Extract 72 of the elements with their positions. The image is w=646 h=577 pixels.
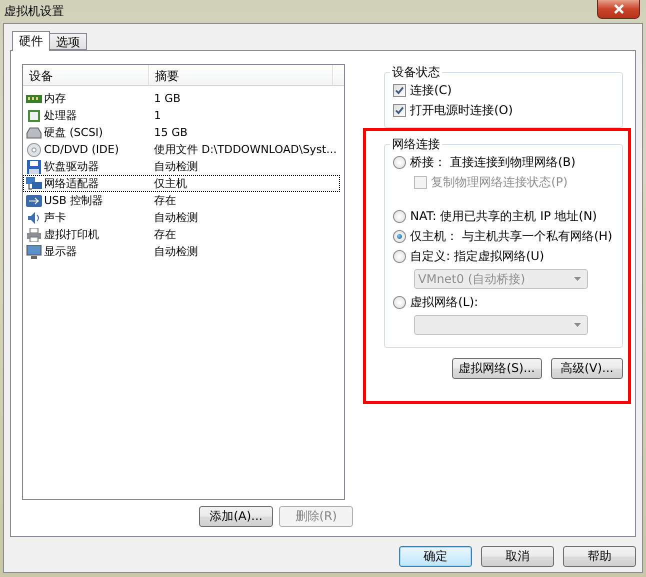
tab[interactable]: 选项: [49, 33, 87, 50]
device-row[interactable]: 软盘驱动器 自动检测: [23, 158, 340, 175]
caret-icon: [574, 277, 582, 281]
group-title: 网络连接: [391, 136, 442, 153]
device-row[interactable]: 显示器 自动检测: [23, 243, 340, 260]
device-name: 显示器: [44, 244, 77, 259]
checkbox-label: 连接(C): [410, 82, 452, 98]
dialog-button[interactable]: 帮助: [563, 546, 636, 567]
radio-label: NAT: 使用已共享的主机 IP 地址(N): [410, 208, 597, 224]
radio-button[interactable]: [393, 230, 406, 242]
window-title: 虚拟机设置: [3, 3, 64, 20]
dialog-button[interactable]: 取消: [481, 546, 554, 567]
device-summary: 15 GB: [154, 126, 188, 139]
printer-icon: [26, 228, 42, 242]
device-row[interactable]: CD/DVD (IDE) 使用文件 D:\TDDOWNLOAD\Syst...: [23, 141, 340, 158]
device-row[interactable]: USB 控制器 存在: [23, 192, 340, 209]
radio-label: 桥接： 直接连接到物理网络(B): [410, 154, 576, 170]
radio-label: 虚拟网络(L):: [410, 294, 478, 310]
network-button[interactable]: 虚拟网络(S)...: [452, 358, 542, 379]
radio-label: 自定义: 指定虚拟网络(U): [410, 248, 544, 264]
list-button[interactable]: 添加(A)...: [199, 506, 274, 527]
column-header[interactable]: 摘要: [149, 65, 333, 85]
group-title: 设备状态: [391, 64, 442, 81]
radio-label: 仅主机： 与主机共享一个私有网络(H): [410, 228, 612, 244]
device-name: 虚拟打印机: [44, 227, 99, 242]
device-summary: 使用文件 D:\TDDOWNLOAD\Syst...: [154, 142, 337, 157]
radio-button[interactable]: [393, 250, 406, 262]
processor-icon: [26, 108, 42, 122]
dialog-button[interactable]: 确定: [399, 546, 472, 567]
checkbox[interactable]: [393, 84, 406, 96]
radio-button[interactable]: [393, 156, 406, 168]
radio-button[interactable]: [393, 296, 406, 308]
network-icon: [26, 176, 42, 190]
device-summary: 仅主机: [154, 176, 187, 191]
column-header[interactable]: 设备: [23, 65, 149, 85]
radio-button[interactable]: [393, 210, 406, 222]
checkbox[interactable]: [393, 104, 406, 116]
usb-icon: [26, 194, 42, 208]
device-name: CD/DVD (IDE): [44, 143, 119, 156]
close-icon: [612, 4, 624, 14]
disc-icon: [26, 142, 42, 156]
device-row[interactable]: 硬盘 (SCSI) 15 GB: [23, 124, 340, 141]
device-summary: 自动检测: [154, 210, 198, 225]
device-row[interactable]: 网络适配器 仅主机: [23, 175, 340, 192]
device-name: 网络适配器: [44, 176, 99, 191]
device-row[interactable]: 内存 1 GB: [23, 90, 340, 107]
checkmark-icon: [395, 86, 404, 94]
network-button[interactable]: 高级(V)...: [551, 358, 623, 379]
speaker-icon: [26, 210, 42, 224]
device-summary: 存在: [154, 193, 176, 208]
floppy-icon: [26, 160, 42, 174]
close-button[interactable]: [597, 0, 640, 19]
device-row[interactable]: 处理器 1: [23, 107, 340, 124]
device-row[interactable]: 虚拟打印机 存在: [23, 226, 340, 243]
device-name: 声卡: [44, 210, 66, 225]
tab[interactable]: 硬件: [12, 31, 50, 51]
device-name: 内存: [44, 91, 66, 106]
device-name: USB 控制器: [44, 193, 104, 208]
checkmark-icon: [395, 106, 404, 114]
caret-icon: [574, 323, 582, 327]
device-summary: 自动检测: [154, 159, 198, 174]
checkbox-label: 复制物理网络连接状态(P): [431, 174, 568, 190]
device-summary: 1 GB: [154, 92, 181, 105]
device-name: 硬盘 (SCSI): [44, 125, 103, 140]
device-summary: 1: [154, 109, 161, 122]
checkbox-label: 打开电源时连接(O): [410, 102, 513, 118]
device-summary: 自动检测: [154, 244, 198, 259]
monitor-icon: [26, 244, 42, 258]
device-name: 软盘驱动器: [44, 159, 99, 174]
device-summary: 存在: [154, 227, 176, 242]
device-row[interactable]: 声卡 自动检测: [23, 209, 340, 226]
device-name: 处理器: [44, 108, 77, 123]
